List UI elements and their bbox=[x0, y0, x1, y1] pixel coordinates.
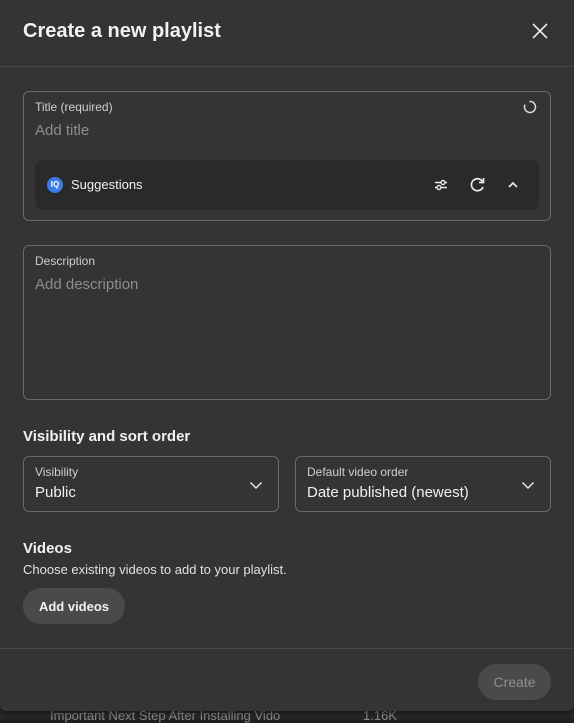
video-order-select[interactable]: Default video order Date published (newe… bbox=[295, 456, 551, 512]
visibility-select-label: Visibility bbox=[35, 465, 79, 479]
title-input[interactable]: Add title bbox=[35, 122, 89, 139]
create-playlist-dialog: Create a new playlist Title (required) A… bbox=[0, 0, 574, 711]
create-button[interactable]: Create bbox=[478, 664, 551, 700]
visibility-select-value: Public bbox=[35, 484, 76, 501]
suggestions-refresh-button[interactable] bbox=[465, 173, 489, 197]
close-button[interactable] bbox=[528, 19, 552, 43]
add-videos-button[interactable]: Add videos bbox=[23, 588, 125, 624]
suggestions-label: Suggestions bbox=[71, 177, 143, 192]
description-input[interactable]: Add description bbox=[35, 276, 138, 293]
description-field-label: Description bbox=[35, 254, 96, 268]
chevron-down-icon bbox=[249, 481, 263, 490]
video-order-select-value: Date published (newest) bbox=[307, 484, 469, 501]
title-field-label: Title (required) bbox=[35, 100, 113, 114]
title-field[interactable]: Title (required) Add title IQ Suggestion… bbox=[23, 91, 551, 221]
suggestions-collapse-button[interactable] bbox=[501, 173, 525, 197]
videos-section-description: Choose existing videos to add to your pl… bbox=[23, 562, 287, 577]
chevron-up-icon bbox=[508, 181, 518, 188]
close-icon bbox=[532, 23, 548, 39]
visibility-section-title: Visibility and sort order bbox=[23, 428, 191, 445]
videos-section-title: Videos bbox=[23, 540, 72, 557]
video-order-select-label: Default video order bbox=[307, 465, 409, 479]
sliders-icon bbox=[435, 179, 447, 191]
suggestions-settings-button[interactable] bbox=[429, 173, 453, 197]
chevron-down-icon bbox=[521, 481, 535, 490]
refresh-icon bbox=[470, 177, 485, 192]
visibility-select[interactable]: Visibility Public bbox=[23, 456, 279, 512]
loading-spinner-icon bbox=[523, 100, 537, 114]
suggestions-panel: IQ Suggestions bbox=[35, 160, 539, 210]
description-field[interactable]: Description Add description bbox=[23, 245, 551, 400]
footer-divider bbox=[0, 648, 574, 649]
dialog-header: Create a new playlist bbox=[0, 0, 574, 67]
suggestions-logo-icon: IQ bbox=[47, 177, 63, 193]
dialog-title: Create a new playlist bbox=[23, 20, 221, 42]
